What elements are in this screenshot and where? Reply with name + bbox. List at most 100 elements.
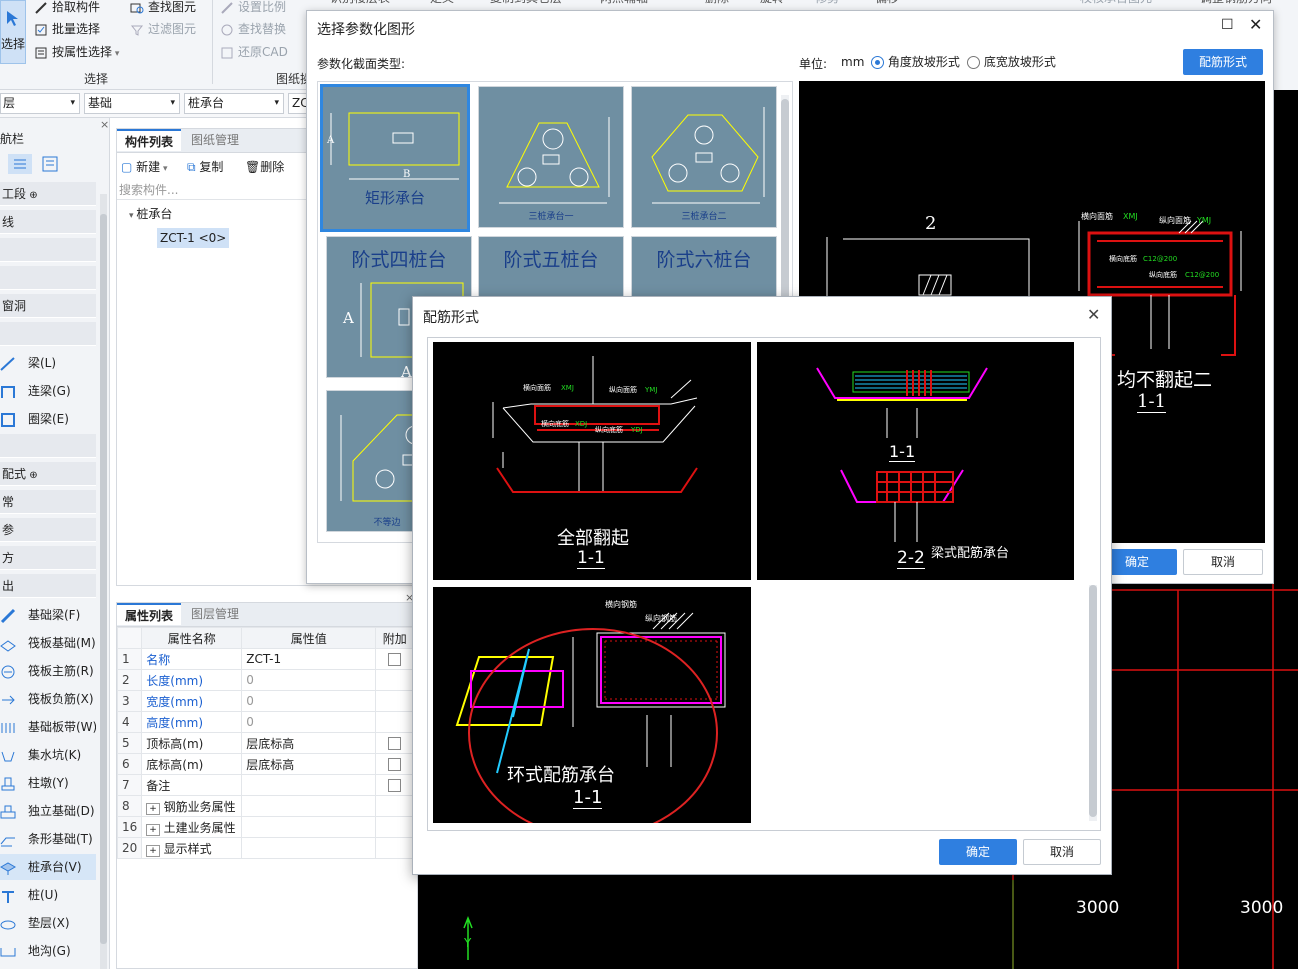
- rebar-form-button[interactable]: 配筋形式: [1183, 49, 1263, 75]
- nav-item-slab-strip[interactable]: 基础板带(W): [0, 714, 96, 740]
- shape-rect-cap[interactable]: A B 矩形承台: [320, 84, 470, 232]
- category-dropdown[interactable]: 基础 ▾: [84, 93, 180, 114]
- attach-checkbox[interactable]: [375, 648, 415, 670]
- table-row[interactable]: 6 底标高(m) 层底标高: [116, 753, 415, 775]
- ribbon-check-cap[interactable]: 校核承台图元: [1080, 0, 1152, 8]
- table-row[interactable]: 4 高度(mm) 0: [116, 711, 415, 733]
- nav-row-9[interactable]: 常: [0, 490, 96, 514]
- option-ring-type[interactable]: 横向钢筋 纵向钢筋 环式配筋承台 1-1: [433, 587, 751, 838]
- table-row[interactable]: 7 备注: [116, 774, 415, 796]
- ribbon-copy-floor[interactable]: 复制到其它层: [490, 0, 562, 8]
- tree-item-zct1[interactable]: ZCT-1 <0>: [157, 228, 230, 248]
- prop-value[interactable]: ZCT-1: [241, 648, 377, 670]
- attach-checkbox[interactable]: [375, 732, 415, 754]
- nav-item-raft-main-rebar[interactable]: 筏板主筋(R): [0, 658, 96, 684]
- prop-value[interactable]: 层底标高: [241, 732, 377, 754]
- tree-root[interactable]: ▾ 桩承台: [129, 205, 172, 225]
- nav-item-column-pier[interactable]: 柱墩(Y): [0, 770, 96, 796]
- nav-row-8[interactable]: 配式 ⊕: [0, 462, 96, 486]
- nav-item-strip-footing[interactable]: 条形基础(T): [0, 826, 96, 852]
- close-icon[interactable]: ✕: [1087, 305, 1100, 324]
- set-scale-button[interactable]: 设置比例: [220, 0, 286, 17]
- nav-item-liang[interactable]: 梁(L): [0, 350, 96, 376]
- table-row[interactable]: 2 长度(mm) 0: [116, 669, 415, 691]
- prop-value[interactable]: [241, 774, 377, 796]
- select-by-attr-button[interactable]: 按属性选择 ▾: [34, 42, 119, 62]
- prop-group[interactable]: + 钢筋业务属性: [141, 795, 243, 817]
- radio-angle-slope[interactable]: 角度放坡形式: [871, 53, 960, 70]
- prop-value[interactable]: 0: [241, 669, 377, 691]
- dialog1-cancel-button[interactable]: 取消: [1183, 549, 1263, 575]
- ribbon-identify-floor[interactable]: 识别楼层表: [330, 0, 390, 8]
- dialog2-ok-button[interactable]: 确定: [939, 839, 1017, 865]
- nav-row-1[interactable]: 工段 ⊕: [0, 182, 96, 206]
- copy-button[interactable]: ⧉ 复制: [187, 157, 223, 177]
- nav-item-trench[interactable]: 地沟(G): [0, 938, 96, 964]
- detail-view-icon[interactable]: [38, 154, 62, 174]
- option-grid-scrollbar[interactable]: [1089, 585, 1097, 821]
- tab-layer-mgmt[interactable]: 图层管理: [183, 603, 247, 625]
- nav-item-lianliang[interactable]: 连梁(G): [0, 378, 96, 404]
- floor-dropdown[interactable]: 层 ▾: [0, 93, 80, 114]
- shape-three-pile-2[interactable]: 三桩承台二: [631, 86, 777, 228]
- nav-row-4[interactable]: [0, 266, 96, 290]
- nav-item-foundation-beam[interactable]: 基础梁(F): [0, 602, 96, 628]
- close-icon[interactable]: ✕: [1249, 15, 1262, 34]
- prop-group[interactable]: + 显示样式: [141, 837, 243, 859]
- nav-row-10[interactable]: 参: [0, 518, 96, 542]
- nav-row-11[interactable]: 方: [0, 546, 96, 570]
- shape-three-pile-1[interactable]: 三桩承台一: [478, 86, 624, 228]
- nav-row-6[interactable]: [0, 322, 96, 346]
- table-row[interactable]: 20 + 显示样式: [116, 837, 415, 859]
- ribbon-delete[interactable]: 删除: [705, 0, 729, 8]
- restore-cad-button[interactable]: 还原CAD: [220, 42, 288, 62]
- table-row[interactable]: 8 + 钢筋业务属性: [116, 795, 415, 817]
- tab-property-list[interactable]: 属性列表: [117, 603, 182, 625]
- batch-select-button[interactable]: 批量选择: [34, 19, 100, 39]
- prop-value[interactable]: 0: [241, 690, 377, 712]
- prop-group[interactable]: + 土建业务属性: [141, 816, 243, 838]
- table-row[interactable]: 16 + 土建业务属性: [116, 816, 415, 838]
- maximize-icon[interactable]: ☐: [1221, 17, 1234, 33]
- new-button[interactable]: ▢ 新建 ▾: [121, 157, 168, 177]
- nav-row-2[interactable]: 线: [0, 210, 96, 234]
- nav-item-pile[interactable]: 桩(U): [0, 882, 96, 908]
- nav-row-12[interactable]: 出: [0, 574, 96, 598]
- pick-component-button[interactable]: 拾取构件: [34, 0, 100, 17]
- list-view-icon[interactable]: [8, 154, 32, 174]
- prop-value[interactable]: 层底标高: [241, 753, 377, 775]
- table-row[interactable]: 3 宽度(mm) 0: [116, 690, 415, 712]
- find-replace-button[interactable]: 查找替换: [220, 19, 286, 39]
- nav-row-7[interactable]: [0, 434, 96, 458]
- close-icon[interactable]: ×: [100, 118, 109, 131]
- attach-checkbox[interactable]: [375, 753, 415, 775]
- ribbon-two-point-axis[interactable]: 两点辅轴: [600, 0, 648, 8]
- select-button[interactable]: 选择: [0, 0, 26, 64]
- nav-row-3[interactable]: [0, 238, 96, 262]
- nav-item-cushion[interactable]: 垫层(X): [0, 910, 96, 936]
- ribbon-trim[interactable]: 修剪: [815, 0, 839, 8]
- ribbon-adjust-rebar[interactable]: 调整钢筋方向: [1200, 0, 1272, 8]
- ribbon-define[interactable]: 定义: [430, 0, 454, 8]
- tab-component-list[interactable]: 构件列表: [117, 129, 182, 151]
- find-element-button[interactable]: 查找图元: [130, 0, 196, 17]
- nav-item-sump[interactable]: 集水坑(K): [0, 742, 96, 768]
- radio-width-slope[interactable]: 底宽放坡形式: [967, 53, 1056, 70]
- tab-drawing-mgmt[interactable]: 图纸管理: [183, 129, 247, 151]
- type-dropdown[interactable]: 桩承台 ▾: [184, 93, 284, 114]
- table-row[interactable]: 1 名称 ZCT-1: [116, 648, 415, 670]
- nav-item-quanliang[interactable]: 圈梁(E): [0, 406, 96, 432]
- table-row[interactable]: 5 顶标高(m) 层底标高: [116, 732, 415, 754]
- nav-item-raft-neg-rebar[interactable]: 筏板负筋(X): [0, 686, 96, 712]
- option-beam-type[interactable]: 1-1 2-2 梁式配筋承台: [757, 342, 1074, 580]
- attach-checkbox[interactable]: [375, 774, 415, 796]
- nav-item-isolated-footing[interactable]: 独立基础(D): [0, 798, 96, 824]
- nav-item-pile-cap[interactable]: 桩承台(V): [0, 854, 96, 880]
- nav-row-5[interactable]: 窗洞: [0, 294, 96, 318]
- nav-scrollbar[interactable]: [100, 194, 107, 969]
- delete-button[interactable]: 🗑删除: [245, 157, 284, 177]
- ribbon-offset[interactable]: 偏移: [875, 0, 899, 8]
- option-all-bent-up[interactable]: 横向面筋 XMJ 纵向面筋 YMJ 横向底筋 XDJ 纵向底筋 YDJ 全部翻起…: [433, 342, 751, 580]
- dialog2-cancel-button[interactable]: 取消: [1023, 839, 1101, 865]
- ribbon-rotate[interactable]: 旋转: [760, 0, 784, 8]
